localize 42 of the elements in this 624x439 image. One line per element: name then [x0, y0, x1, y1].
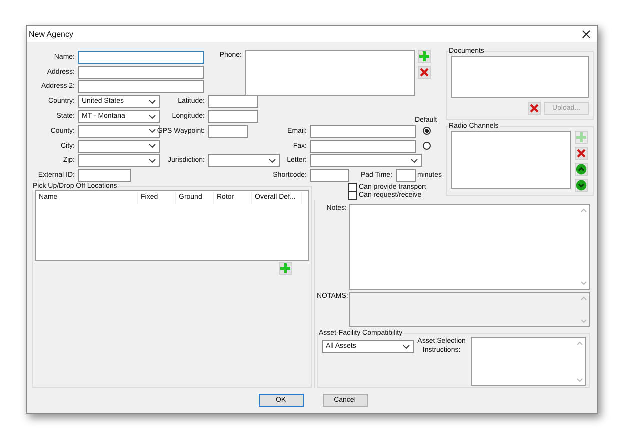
radio-button[interactable] — [423, 127, 431, 136]
input-field[interactable] — [78, 50, 204, 64]
input-field[interactable] — [78, 80, 204, 94]
dropdown[interactable] — [78, 154, 160, 168]
input-field[interactable] — [310, 140, 416, 153]
move-down-button[interactable] — [575, 179, 588, 192]
dropdown[interactable] — [208, 154, 280, 168]
add-button[interactable] — [418, 50, 431, 63]
checkbox-box[interactable] — [348, 191, 357, 200]
scrollbar[interactable] — [577, 340, 583, 384]
delete-button[interactable] — [418, 66, 431, 79]
chevron-icon — [269, 158, 276, 163]
chevron-icon — [149, 144, 156, 148]
input-field[interactable] — [310, 124, 416, 138]
input-field[interactable] — [310, 169, 349, 182]
input-field[interactable] — [208, 95, 258, 108]
chevron-icon — [149, 100, 156, 104]
checkbox-box[interactable] — [348, 182, 357, 192]
radio-channel-list[interactable] — [451, 131, 571, 189]
chevron-icon — [403, 344, 410, 348]
chevron-icon — [411, 158, 418, 163]
dropdown[interactable] — [78, 140, 160, 153]
scrollbar[interactable] — [581, 207, 587, 287]
close-icon — [582, 30, 591, 38]
add-button[interactable] — [279, 262, 292, 275]
delete-button[interactable] — [528, 102, 541, 115]
input-field[interactable] — [78, 66, 204, 79]
phone-list[interactable] — [245, 50, 415, 96]
input-field[interactable] — [208, 124, 248, 138]
chevron-icon — [149, 129, 156, 134]
input-field[interactable] — [396, 169, 416, 182]
notes-field[interactable] — [349, 204, 590, 290]
instructions-field[interactable] — [471, 337, 586, 386]
move-up-button[interactable] — [575, 163, 588, 176]
chevron-icon — [149, 158, 156, 163]
window-title: New Agency — [29, 30, 74, 38]
input-field[interactable] — [78, 169, 131, 182]
chevron-icon — [149, 114, 156, 119]
document-list[interactable] — [451, 56, 589, 98]
delete-button[interactable] — [575, 147, 588, 160]
radio-button[interactable] — [423, 142, 431, 150]
input-field[interactable] — [208, 110, 258, 124]
